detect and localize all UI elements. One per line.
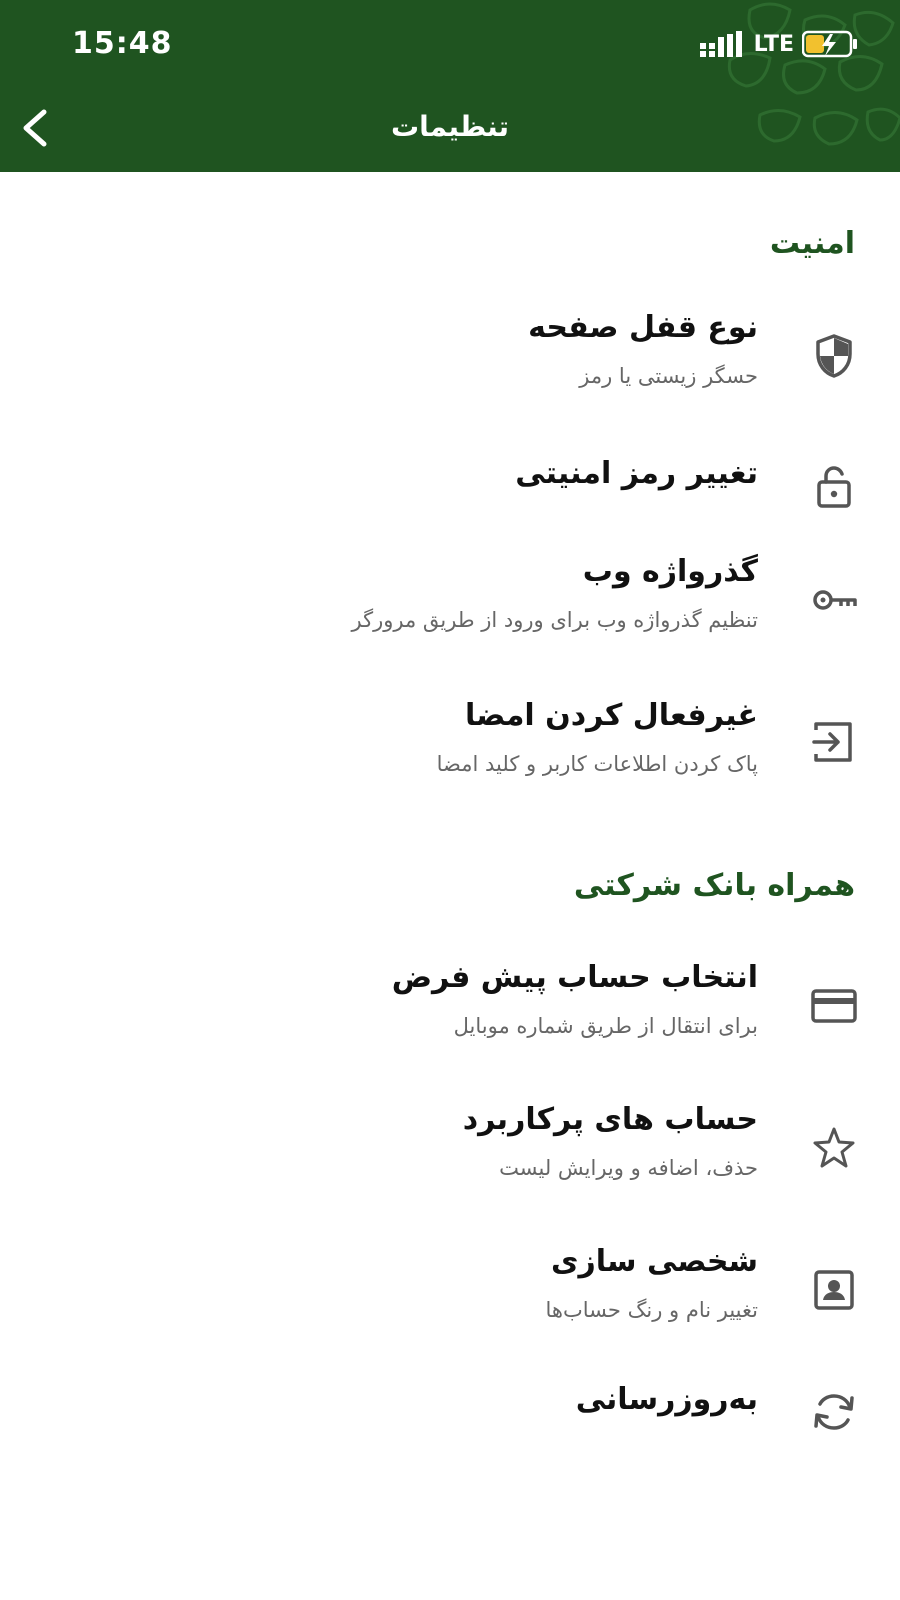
signal-icon — [699, 31, 742, 57]
settings-item-screen-lock[interactable]: نوع قفل صفحه حسگر زیستی یا رمز — [0, 300, 900, 410]
settings-item-web-password[interactable]: گذرواژه وب تنظیم گذرواژه وب برای ورود از… — [0, 544, 900, 654]
item-title: به‌روزرسانی — [575, 1382, 758, 1417]
battery-icon — [802, 30, 857, 58]
section-title-corporate-bank: همراه بانک شرکتی — [573, 868, 855, 903]
status-icons: LTE — [699, 30, 858, 58]
item-title: شخصی سازی — [550, 1244, 758, 1279]
refresh-icon — [804, 1382, 864, 1442]
star-icon — [804, 1118, 864, 1178]
item-title: غیرفعال کردن امضا — [465, 698, 758, 733]
item-subtitle: حذف، اضافه و ویرایش لیست — [499, 1156, 758, 1180]
item-title: تغییر رمز امنیتی — [515, 456, 758, 491]
item-title: گذرواژه وب — [582, 554, 758, 589]
sign-in-icon — [804, 712, 864, 772]
settings-item-update[interactable]: به‌روزرسانی — [0, 1372, 900, 1452]
settings-item-disable-signature[interactable]: غیرفعال کردن امضا پاک کردن اطلاعات کاربر… — [0, 688, 900, 798]
item-subtitle: تغییر نام و رنگ حساب‌ها — [545, 1298, 758, 1322]
network-type: LTE — [753, 31, 794, 57]
contact-card-icon — [804, 1260, 864, 1320]
item-subtitle: برای انتقال از طریق شماره موبایل — [453, 1014, 758, 1038]
page-title: تنظیمات — [390, 110, 510, 143]
item-title: حساب های پرکاربرد — [462, 1102, 758, 1137]
item-title: انتخاب حساب پیش فرض — [391, 960, 758, 995]
card-icon — [804, 976, 864, 1036]
settings-item-frequent-accounts[interactable]: حساب های پرکاربرد حذف، اضافه و ویرایش لی… — [0, 1092, 900, 1202]
item-subtitle: حسگر زیستی یا رمز — [579, 364, 758, 388]
item-title: نوع قفل صفحه — [528, 310, 758, 345]
key-icon — [804, 570, 864, 630]
item-subtitle: تنظیم گذرواژه وب برای ورود از طریق مرورگ… — [351, 608, 758, 632]
settings-item-default-account[interactable]: انتخاب حساب پیش فرض برای انتقال از طریق … — [0, 950, 900, 1060]
settings-item-change-pin[interactable]: تغییر رمز امنیتی — [0, 446, 900, 526]
section-title-security: امنیت — [769, 226, 855, 261]
settings-screen: 15:48 LTE تنظیمات امنیت نوع قفل صفحه حسگ… — [0, 0, 900, 1600]
status-time: 15:48 — [72, 26, 173, 61]
shield-icon — [804, 326, 864, 386]
header-pattern — [727, 2, 900, 146]
app-header: 15:48 LTE تنظیمات — [0, 0, 900, 172]
lock-icon — [804, 456, 864, 516]
settings-item-personalization[interactable]: شخصی سازی تغییر نام و رنگ حساب‌ها — [0, 1234, 900, 1344]
item-subtitle: پاک کردن اطلاعات کاربر و کلید امضا — [436, 752, 758, 776]
